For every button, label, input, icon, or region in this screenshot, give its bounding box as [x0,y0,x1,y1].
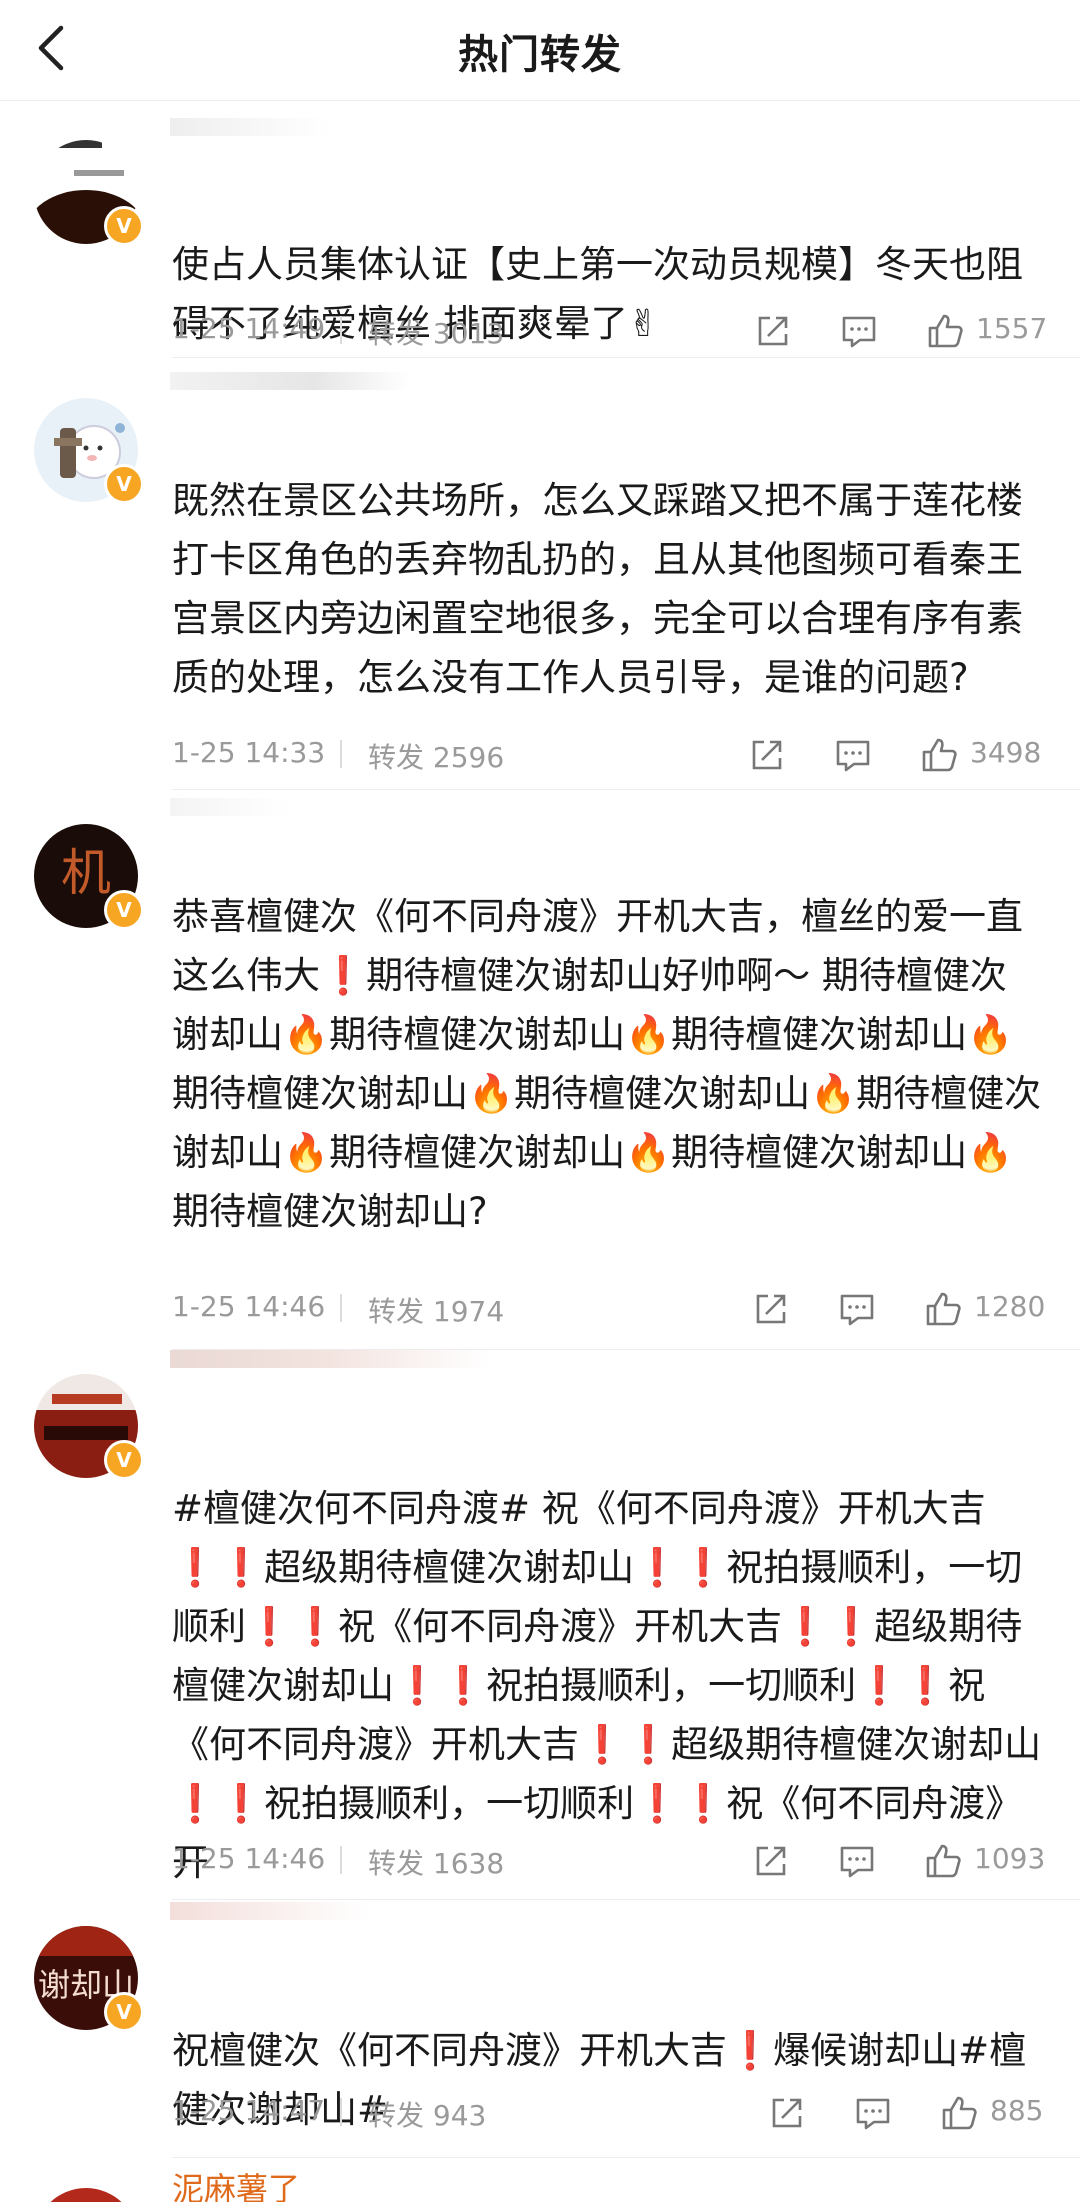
like-icon[interactable] [924,1290,962,1328]
share-icon[interactable] [752,1290,790,1328]
like-count: 3498 [970,736,1042,769]
repost-count: 转发 943 [368,2099,487,2132]
share-icon[interactable] [768,2094,806,2132]
repost-item[interactable]: V 既然在景区公共场所，怎么又踩踏又把不属于莲花楼打卡区角色的丢弃物乱扔的，且从… [0,358,1080,790]
verified-icon: V [104,890,144,930]
post-date: 1-25 14:46 [172,1842,326,1875]
repost-count: 转发 2596 [368,741,505,774]
username-blurred [170,372,410,390]
comment-icon[interactable] [854,2094,892,2132]
post-meta: 1-25 14:33 转发 2596 3498 [172,736,1052,776]
avatar[interactable] [34,2188,138,2202]
username-blurred [170,1350,490,1368]
verified-icon: V [104,206,144,246]
username-blurred [170,1902,370,1920]
post-date: 1-25 14:46 [172,1290,326,1323]
comment-icon[interactable] [834,736,872,774]
repost-count: 转发 3013 [368,317,505,350]
repost-item[interactable]: 谢却山 V 祝檀健次《何不同舟渡》开机大吉❗爆候谢却山#檀健次谢却山# 1-25… [0,1900,1080,2158]
repost-item-partial[interactable]: 泥麻薯了 [0,2158,1080,2202]
like-count: 885 [990,2094,1044,2127]
avatar[interactable]: V [34,398,144,504]
like-icon[interactable] [924,1842,962,1880]
post-content: #檀健次何不同舟渡# 祝《何不同舟渡》开机大吉❗❗超级期待檀健次谢却山❗❗祝拍摄… [172,1487,1042,1884]
username-blurred [170,118,330,136]
avatar[interactable]: 机 V [34,824,144,930]
post-meta: 1-25 14:46 转发 1974 1280 [172,1290,1052,1330]
avatar[interactable]: V [34,140,144,246]
top-bar: 热门转发 [0,0,1080,101]
post-meta: 1-25 14:47 转发 943 885 [172,2094,1052,2134]
avatar[interactable]: 谢却山 V [34,1926,144,2032]
like-icon[interactable] [920,736,958,774]
meta-separator [340,2098,342,2126]
repost-count: 转发 1638 [368,1847,505,1880]
repost-item[interactable]: V 使占人员集体认证【史上第一次动员规模】冬天也阻碍不了纯爱檀丝 排面爽晕了✌ … [0,100,1080,358]
like-count: 1280 [974,1290,1046,1323]
repost-item[interactable]: 机 V 恭喜檀健次《何不同舟渡》开机大吉，檀丝的爱一直这么伟大❗期待檀健次谢却山… [0,790,1080,1350]
post-date: 1-25 14:49 [172,312,326,345]
username[interactable]: 泥麻薯了 [172,2164,300,2202]
like-count: 1093 [974,1842,1046,1875]
verified-icon: V [104,464,144,504]
meta-separator [340,1846,342,1874]
post-content: 既然在景区公共场所，怎么又踩踏又把不属于莲花楼打卡区角色的丢弃物乱扔的，且从其他… [172,479,1023,699]
repost-item[interactable]: V #檀健次何不同舟渡# 祝《何不同舟渡》开机大吉❗❗超级期待檀健次谢却山❗❗祝… [0,1350,1080,1900]
verified-icon: V [104,1440,144,1480]
comment-icon[interactable] [840,312,878,350]
post-meta: 1-25 14:49 转发 3013 1557 [172,312,1052,352]
post-date: 1-25 14:33 [172,736,326,769]
post-meta: 1-25 14:46 转发 1638 1093 [172,1842,1052,1882]
like-icon[interactable] [926,312,964,350]
avatar[interactable]: V [34,1374,144,1480]
like-count: 1557 [976,312,1048,345]
meta-separator [340,316,342,344]
share-icon[interactable] [752,1842,790,1880]
share-icon[interactable] [754,312,792,350]
comment-icon[interactable] [838,1842,876,1880]
post-date: 1-25 14:47 [172,2094,326,2127]
meta-separator [340,1294,342,1322]
svg-text:机: 机 [61,844,111,902]
share-icon[interactable] [748,736,786,774]
page-title: 热门转发 [458,32,622,78]
verified-icon: V [104,1992,144,2032]
post-content: 恭喜檀健次《何不同舟渡》开机大吉，檀丝的爱一直这么伟大❗期待檀健次谢却山好帅啊～… [172,895,1042,1233]
meta-separator [340,740,342,768]
like-icon[interactable] [940,2094,978,2132]
comment-icon[interactable] [838,1290,876,1328]
repost-count: 转发 1974 [368,1295,505,1328]
username-blurred [170,798,290,816]
